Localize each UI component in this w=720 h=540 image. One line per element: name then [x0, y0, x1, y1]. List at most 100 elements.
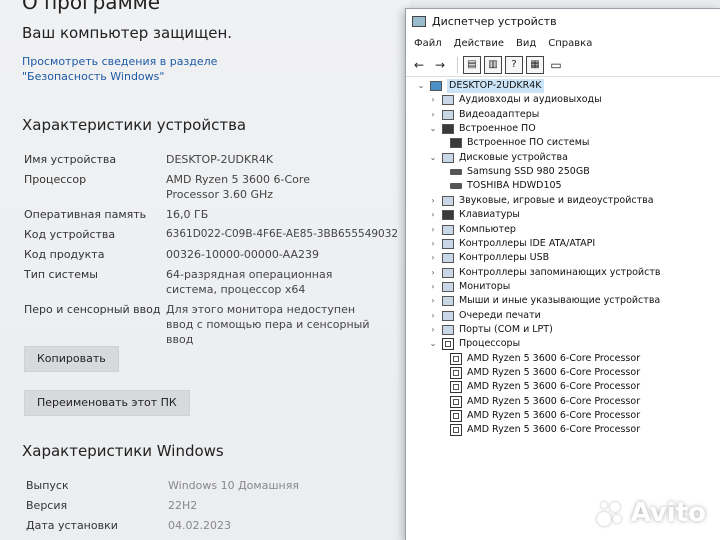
tree-category[interactable]: ⌄ Встроенное ПО [428, 122, 536, 136]
device-manager-window: Диспетчер устройств Файл Действие Вид Сп… [405, 8, 720, 540]
chevron-right-icon[interactable]: › [428, 266, 438, 280]
security-link[interactable]: Просмотреть сведения в разделе "Безопасн… [22, 54, 292, 84]
view-icon[interactable]: ▥ [484, 55, 502, 74]
spec-label: Перо и сенсорный ввод [24, 303, 161, 316]
tree-device[interactable]: Встроенное ПО системы [450, 136, 589, 150]
tree-category[interactable]: › Звуковые, игровые и видеоустройства [428, 194, 654, 208]
menu-help[interactable]: Справка [548, 38, 592, 49]
tree-item-label: AMD Ryzen 5 3600 6-Core Processor [467, 395, 641, 407]
chevron-right-icon[interactable]: › [428, 108, 438, 122]
window-title: Диспетчер устройств [432, 14, 557, 28]
usb-icon [442, 253, 454, 264]
firmware-icon [442, 124, 454, 135]
title-bar[interactable]: Диспетчер устройств [406, 9, 720, 33]
tree-item-label: AMD Ryzen 5 3600 6-Core Processor [467, 352, 641, 364]
tree-item-label: AMD Ryzen 5 3600 6-Core Processor [467, 410, 641, 422]
avito-logo-icon [595, 498, 625, 528]
processor-icon [450, 410, 462, 423]
rename-pc-button[interactable]: Переименовать этот ПК [24, 390, 190, 416]
tree-item-label: Встроенное ПО системы [467, 137, 590, 149]
ide-controller-icon [442, 238, 454, 249]
chevron-down-icon[interactable]: ⌄ [416, 79, 426, 93]
spec-value: 22H2 [168, 499, 198, 512]
chevron-right-icon[interactable]: › [428, 309, 438, 323]
tree-category[interactable]: › Видеоадаптеры [428, 108, 539, 122]
monitor-icon[interactable]: ▭ [547, 56, 565, 74]
tree-category[interactable]: › Очереди печати [428, 309, 541, 323]
chevron-right-icon[interactable]: › [428, 251, 438, 265]
tree-device[interactable]: AMD Ryzen 5 3600 6-Core Processor [450, 409, 640, 423]
tree-category[interactable]: ⌄ Дисковые устройства [428, 151, 568, 165]
chevron-right-icon[interactable]: › [428, 294, 438, 308]
spec-value: Windows 10 Домашняя [168, 479, 299, 492]
menu-view[interactable]: Вид [516, 38, 536, 49]
chevron-down-icon[interactable]: ⌄ [428, 337, 438, 351]
port-icon [442, 324, 454, 335]
device-manager-icon [412, 15, 426, 27]
tree-device[interactable]: AMD Ryzen 5 3600 6-Core Processor [450, 380, 640, 394]
chevron-right-icon[interactable]: › [428, 223, 438, 237]
tree-category[interactable]: › Аудиовходы и аудиовыходы [428, 93, 602, 107]
properties-icon[interactable]: ▤ [463, 55, 481, 74]
chevron-right-icon[interactable]: › [428, 280, 438, 294]
processor-icon [450, 352, 462, 365]
disk-icon [450, 169, 462, 176]
tree-device[interactable]: AMD Ryzen 5 3600 6-Core Processor [450, 366, 640, 380]
avito-watermark: Avito [595, 498, 706, 528]
menu-file[interactable]: Файл [414, 38, 442, 49]
tree-category[interactable]: › Порты (COM и LPT) [428, 323, 553, 337]
tree-item-label: Контроллеры IDE ATA/ATAPI [459, 237, 596, 249]
chevron-right-icon[interactable]: › [428, 194, 438, 208]
about-page: О программе Ваш компьютер защищен. Просм… [0, 0, 410, 540]
spec-label: Тип системы [24, 268, 98, 281]
tree-root[interactable]: ⌄ DESKTOP-2UDKR4K [416, 79, 544, 93]
audio-icon [442, 95, 454, 106]
tree-device[interactable]: AMD Ryzen 5 3600 6-Core Processor [450, 395, 640, 409]
computer-icon [430, 81, 442, 91]
tree-category[interactable]: ⌄ Процессоры [428, 337, 520, 351]
spec-label: Дата установки [26, 519, 118, 532]
menu-bar: Файл Действие Вид Справка [406, 33, 720, 53]
processor-icon [450, 381, 462, 394]
tree-category[interactable]: › Мыши и иные указывающие устройства [428, 294, 660, 308]
tree-category[interactable]: › Компьютер [428, 223, 516, 237]
keyboard-icon [442, 210, 454, 221]
forward-arrow-icon[interactable]: → [431, 56, 449, 74]
toolbar: ← → ▤ ▥ ? ▦ ▭ [406, 53, 720, 77]
chevron-right-icon[interactable]: › [428, 93, 438, 107]
spec-label: Оперативная память [24, 208, 147, 221]
help-icon[interactable]: ? [505, 55, 523, 74]
tree-category[interactable]: › Контроллеры запоминающих устройств [428, 266, 660, 280]
firmware-icon [450, 138, 462, 149]
spec-label: Код продукта [24, 248, 105, 261]
spec-label: Имя устройства [24, 153, 117, 166]
tree-item-label: Очереди печати [459, 309, 541, 321]
spec-value: 6361D022-C09B-4F6E-AE85-3BB655549032 [166, 228, 399, 240]
tree-category[interactable]: › Контроллеры USB [428, 251, 549, 265]
spec-label: Версия [26, 499, 68, 512]
processor-icon [442, 338, 454, 351]
chevron-right-icon[interactable]: › [428, 208, 438, 222]
menu-action[interactable]: Действие [454, 38, 504, 49]
chevron-down-icon[interactable]: ⌄ [428, 151, 438, 165]
chevron-right-icon[interactable]: › [428, 323, 438, 337]
tree-device[interactable]: Samsung SSD 980 250GB [450, 165, 590, 179]
copy-button[interactable]: Копировать [24, 346, 119, 372]
tree-item-label: Samsung SSD 980 250GB [467, 166, 590, 178]
tree-category[interactable]: › Клавиатуры [428, 208, 520, 222]
tree-item-label: Мыши и иные указывающие устройства [459, 295, 661, 307]
tree-category[interactable]: › Контроллеры IDE ATA/ATAPI [428, 237, 595, 251]
tree-device[interactable]: AMD Ryzen 5 3600 6-Core Processor [450, 352, 640, 366]
tree-item-label: Дисковые устройства [459, 151, 568, 163]
tree-item-label: Встроенное ПО [459, 123, 536, 135]
tree-device[interactable]: AMD Ryzen 5 3600 6-Core Processor [450, 423, 640, 437]
tree-device[interactable]: TOSHIBA HDWD105 [450, 179, 562, 193]
spec-value: Для этого монитора недоступен ввод с пом… [166, 303, 370, 346]
chevron-down-icon[interactable]: ⌄ [428, 122, 438, 136]
scan-icon[interactable]: ▦ [526, 55, 544, 74]
back-arrow-icon[interactable]: ← [410, 56, 428, 74]
tree-category[interactable]: › Мониторы [428, 280, 510, 294]
tree-item-label: Контроллеры запоминающих устройств [459, 266, 661, 278]
sound-icon [442, 195, 454, 206]
chevron-right-icon[interactable]: › [428, 237, 438, 251]
